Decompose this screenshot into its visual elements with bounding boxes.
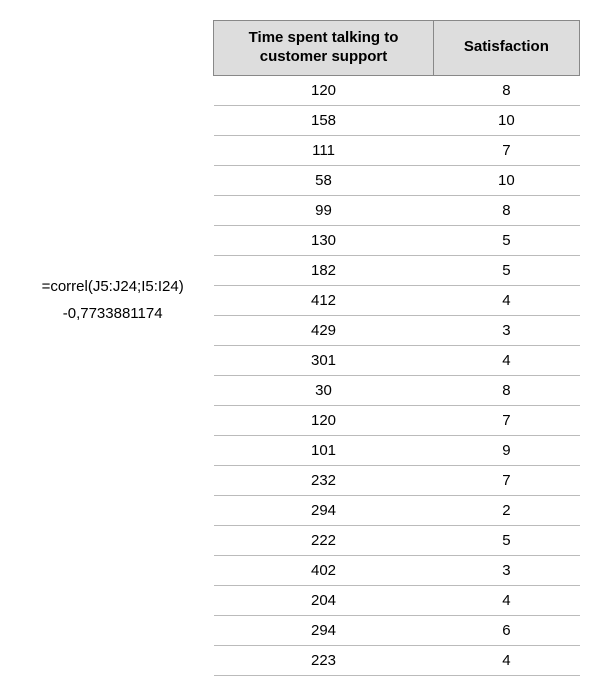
- formula-text: =correl(J5:J24;I5:I24): [20, 278, 205, 295]
- cell-time: 223: [214, 645, 433, 675]
- table-row: 2946: [214, 615, 580, 645]
- table-row: 1825: [214, 255, 580, 285]
- table-row: 2225: [214, 525, 580, 555]
- table-row: 1207: [214, 405, 580, 435]
- cell-satisfaction: 7: [433, 405, 579, 435]
- cell-satisfaction: 4: [433, 285, 579, 315]
- table-row: 4293: [214, 315, 580, 345]
- formula-panel: =correl(J5:J24;I5:I24) -0,7733881174: [20, 20, 213, 322]
- table-row: 1208: [214, 75, 580, 105]
- cell-time: 294: [214, 615, 433, 645]
- cell-satisfaction: 7: [433, 465, 579, 495]
- table-row: 1117: [214, 135, 580, 165]
- cell-satisfaction: 5: [433, 225, 579, 255]
- cell-time: 30: [214, 375, 433, 405]
- cell-satisfaction: 8: [433, 195, 579, 225]
- cell-time: 111: [214, 135, 433, 165]
- cell-satisfaction: 6: [433, 615, 579, 645]
- cell-satisfaction: 8: [433, 375, 579, 405]
- cell-time: 58: [214, 165, 433, 195]
- table-row: 3014: [214, 345, 580, 375]
- main-container: =correl(J5:J24;I5:I24) -0,7733881174 Tim…: [20, 20, 580, 676]
- cell-time: 301: [214, 345, 433, 375]
- table-row: 4124: [214, 285, 580, 315]
- cell-satisfaction: 4: [433, 345, 579, 375]
- table-row: 5810: [214, 165, 580, 195]
- cell-satisfaction: 8: [433, 75, 579, 105]
- table-row: 998: [214, 195, 580, 225]
- cell-satisfaction: 5: [433, 255, 579, 285]
- cell-satisfaction: 3: [433, 555, 579, 585]
- cell-satisfaction: 5: [433, 525, 579, 555]
- table-row: 2234: [214, 645, 580, 675]
- cell-satisfaction: 2: [433, 495, 579, 525]
- cell-time: 222: [214, 525, 433, 555]
- table-row: 1305: [214, 225, 580, 255]
- table-row: 2327: [214, 465, 580, 495]
- formula-result: -0,7733881174: [20, 305, 205, 322]
- cell-time: 120: [214, 75, 433, 105]
- cell-time: 182: [214, 255, 433, 285]
- cell-time: 130: [214, 225, 433, 255]
- table-row: 15810: [214, 105, 580, 135]
- cell-time: 429: [214, 315, 433, 345]
- cell-time: 204: [214, 585, 433, 615]
- cell-satisfaction: 9: [433, 435, 579, 465]
- data-table: Time spent talking to customer support S…: [213, 20, 580, 676]
- table-row: 308: [214, 375, 580, 405]
- cell-satisfaction: 4: [433, 645, 579, 675]
- cell-satisfaction: 3: [433, 315, 579, 345]
- cell-satisfaction: 10: [433, 165, 579, 195]
- cell-time: 294: [214, 495, 433, 525]
- table-row: 2942: [214, 495, 580, 525]
- cell-time: 232: [214, 465, 433, 495]
- header-time: Time spent talking to customer support: [214, 21, 433, 76]
- cell-time: 99: [214, 195, 433, 225]
- table-row: 1019: [214, 435, 580, 465]
- cell-satisfaction: 10: [433, 105, 579, 135]
- cell-time: 120: [214, 405, 433, 435]
- cell-satisfaction: 4: [433, 585, 579, 615]
- cell-time: 158: [214, 105, 433, 135]
- data-table-body: 1208158101117581099813051825412442933014…: [214, 75, 580, 675]
- cell-satisfaction: 7: [433, 135, 579, 165]
- cell-time: 101: [214, 435, 433, 465]
- table-row: 2044: [214, 585, 580, 615]
- cell-time: 402: [214, 555, 433, 585]
- header-satisfaction: Satisfaction: [433, 21, 579, 76]
- cell-time: 412: [214, 285, 433, 315]
- header-row: Time spent talking to customer support S…: [214, 21, 580, 76]
- table-row: 4023: [214, 555, 580, 585]
